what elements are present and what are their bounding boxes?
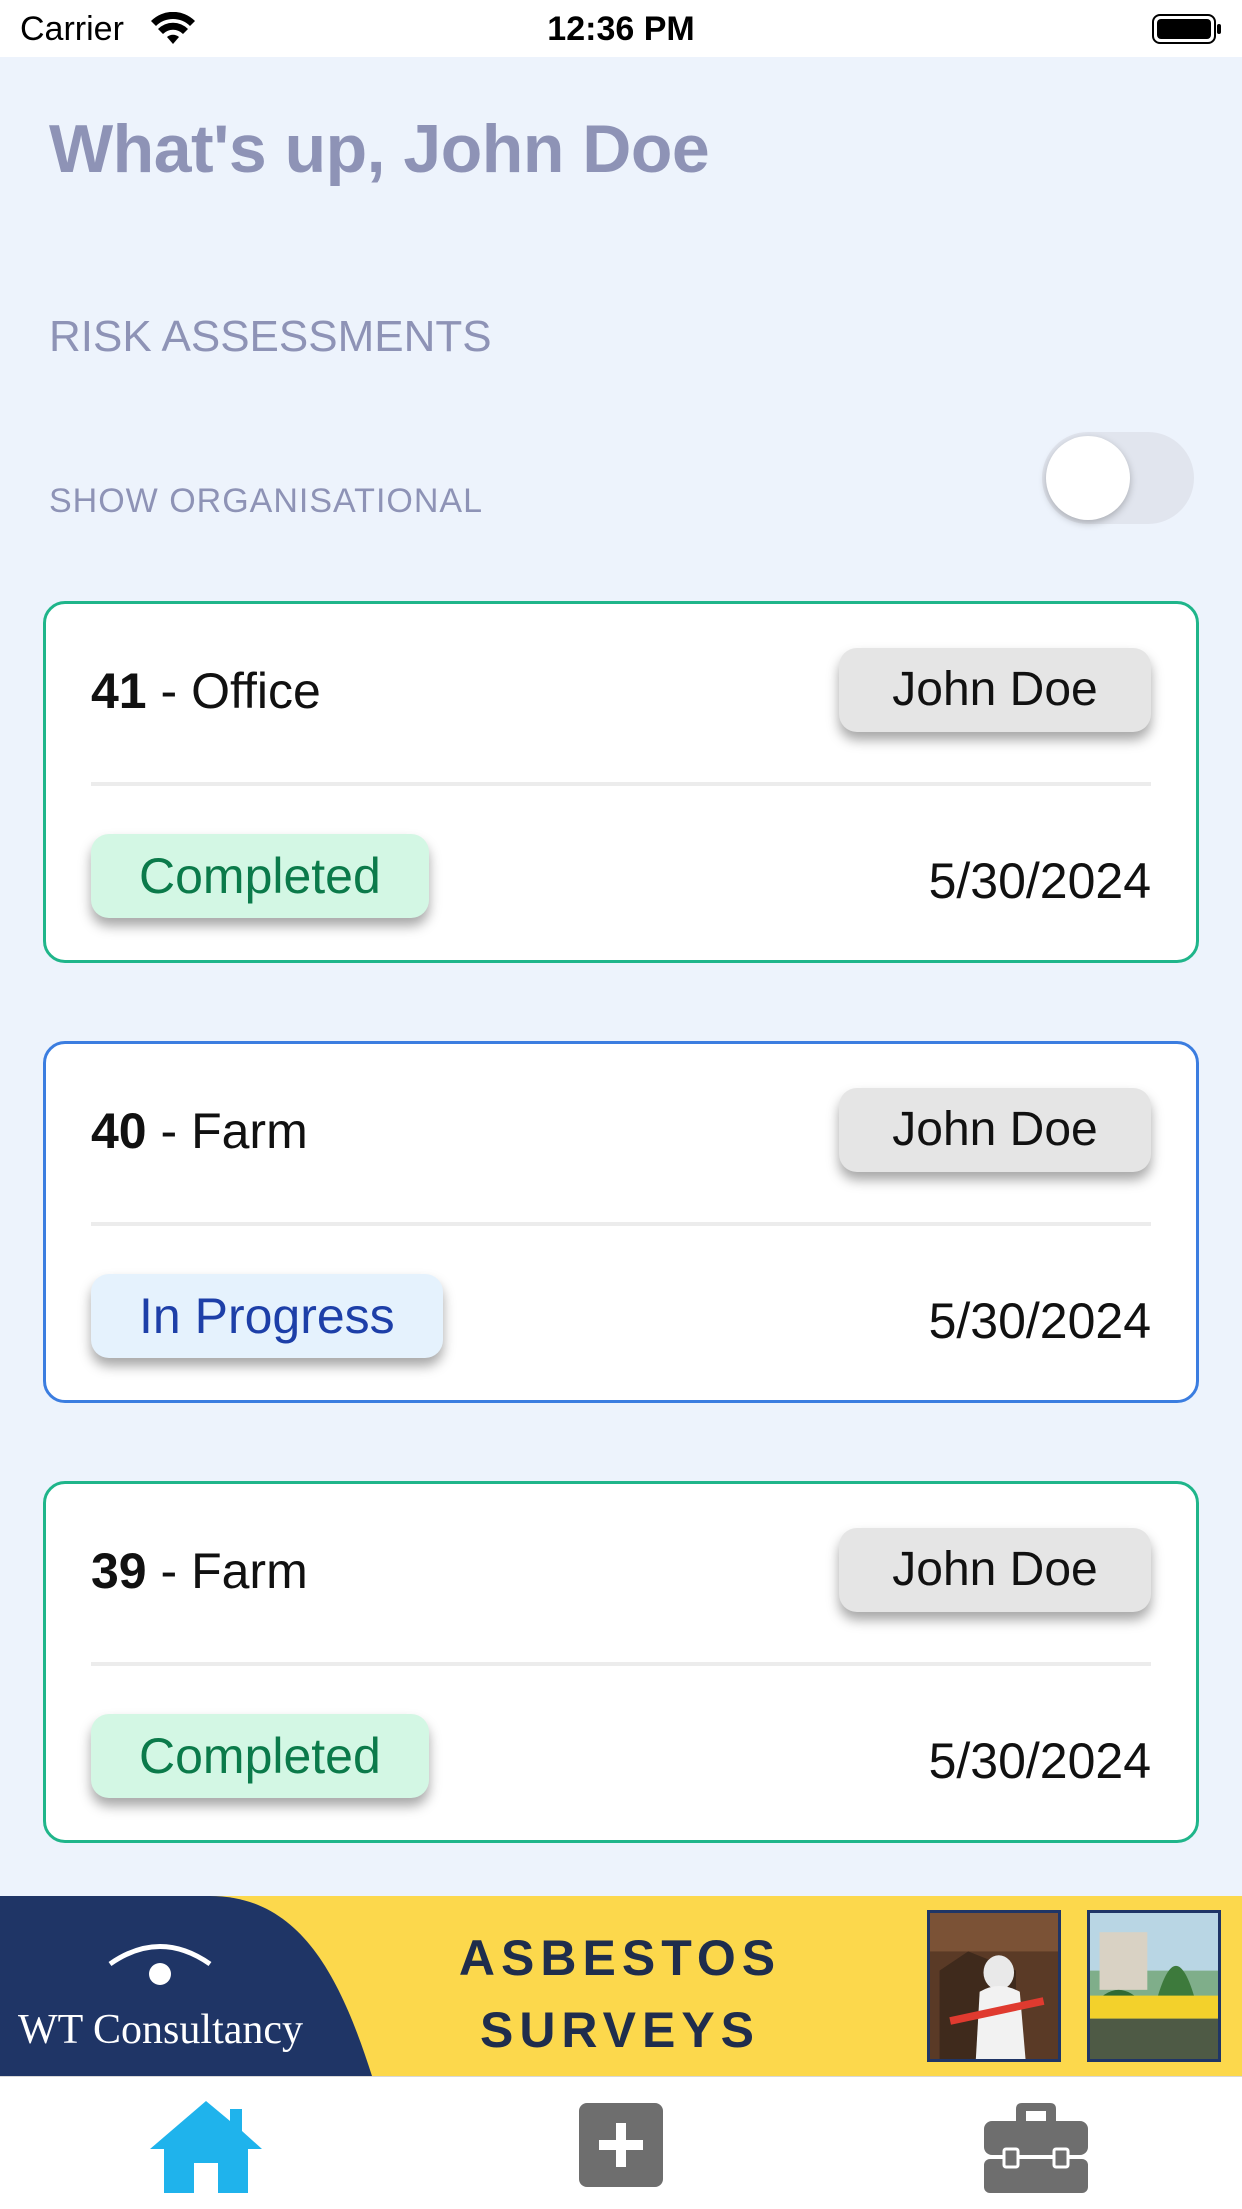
toolbox-icon[interactable] — [976, 2097, 1096, 2197]
assessment-number: 40 — [91, 1103, 147, 1159]
title-separator: - — [146, 663, 192, 719]
assessment-card[interactable]: 41 - Office John Doe Completed 5/30/2024 — [43, 601, 1199, 963]
tab-bar — [0, 2076, 1242, 2209]
card-divider — [91, 1222, 1151, 1226]
assessment-title: 39 - Farm — [91, 1542, 308, 1600]
owner-chip: John Doe — [839, 1088, 1151, 1172]
add-icon[interactable] — [561, 2097, 681, 2197]
section-title: RISK ASSESSMENTS — [49, 312, 492, 361]
banner-headline-line2: SURVEYS — [479, 2002, 761, 2058]
show-organisational-toggle[interactable] — [1042, 432, 1194, 524]
banner-headline-line1: ASBESTOS — [458, 1930, 782, 1986]
greeting-title: What's up, John Doe — [49, 111, 710, 187]
assessment-name: Farm — [191, 1543, 308, 1599]
assessment-date: 5/30/2024 — [928, 1733, 1151, 1789]
status-badge: Completed — [91, 834, 429, 918]
show-organisational-label: SHOW ORGANISATIONAL — [49, 482, 483, 520]
assessment-title: 41 - Office — [91, 662, 321, 720]
status-badge: In Progress — [91, 1274, 443, 1358]
home-icon[interactable] — [146, 2097, 266, 2197]
assessment-date: 5/30/2024 — [928, 1293, 1151, 1349]
eye-logo-icon — [108, 1944, 212, 1985]
assessment-name: Office — [191, 663, 321, 719]
advert-banner[interactable]: WT Consultancy ASBESTOS SURVEYS — [0, 1896, 1242, 2076]
battery-icon — [1152, 14, 1221, 44]
assessment-card[interactable]: 40 - Farm John Doe In Progress 5/30/2024 — [43, 1041, 1199, 1403]
clock: 12:36 PM — [547, 10, 695, 48]
card-divider — [91, 1662, 1151, 1666]
assessment-number: 39 — [91, 1543, 147, 1599]
assessment-number: 41 — [91, 663, 147, 719]
status-bar: Carrier 12:36 PM — [0, 0, 1242, 57]
asbestos-warning-photo — [1087, 1910, 1221, 2062]
owner-chip: John Doe — [839, 1528, 1151, 1612]
assessment-name: Farm — [191, 1103, 308, 1159]
title-separator: - — [146, 1103, 192, 1159]
status-badge: Completed — [91, 1714, 429, 1798]
title-separator: - — [146, 1543, 192, 1599]
card-divider — [91, 782, 1151, 786]
toggle-knob — [1046, 436, 1130, 520]
owner-chip: John Doe — [839, 648, 1151, 732]
assessment-title: 40 - Farm — [91, 1102, 308, 1160]
asbestos-worker-photo — [927, 1910, 1061, 2062]
assessment-card[interactable]: 39 - Farm John Doe Completed 5/30/2024 — [43, 1481, 1199, 1843]
banner-headline: ASBESTOS SURVEYS — [420, 1922, 820, 2066]
assessment-date: 5/30/2024 — [928, 853, 1151, 909]
banner-brand-text: WT Consultancy — [18, 2007, 304, 2053]
